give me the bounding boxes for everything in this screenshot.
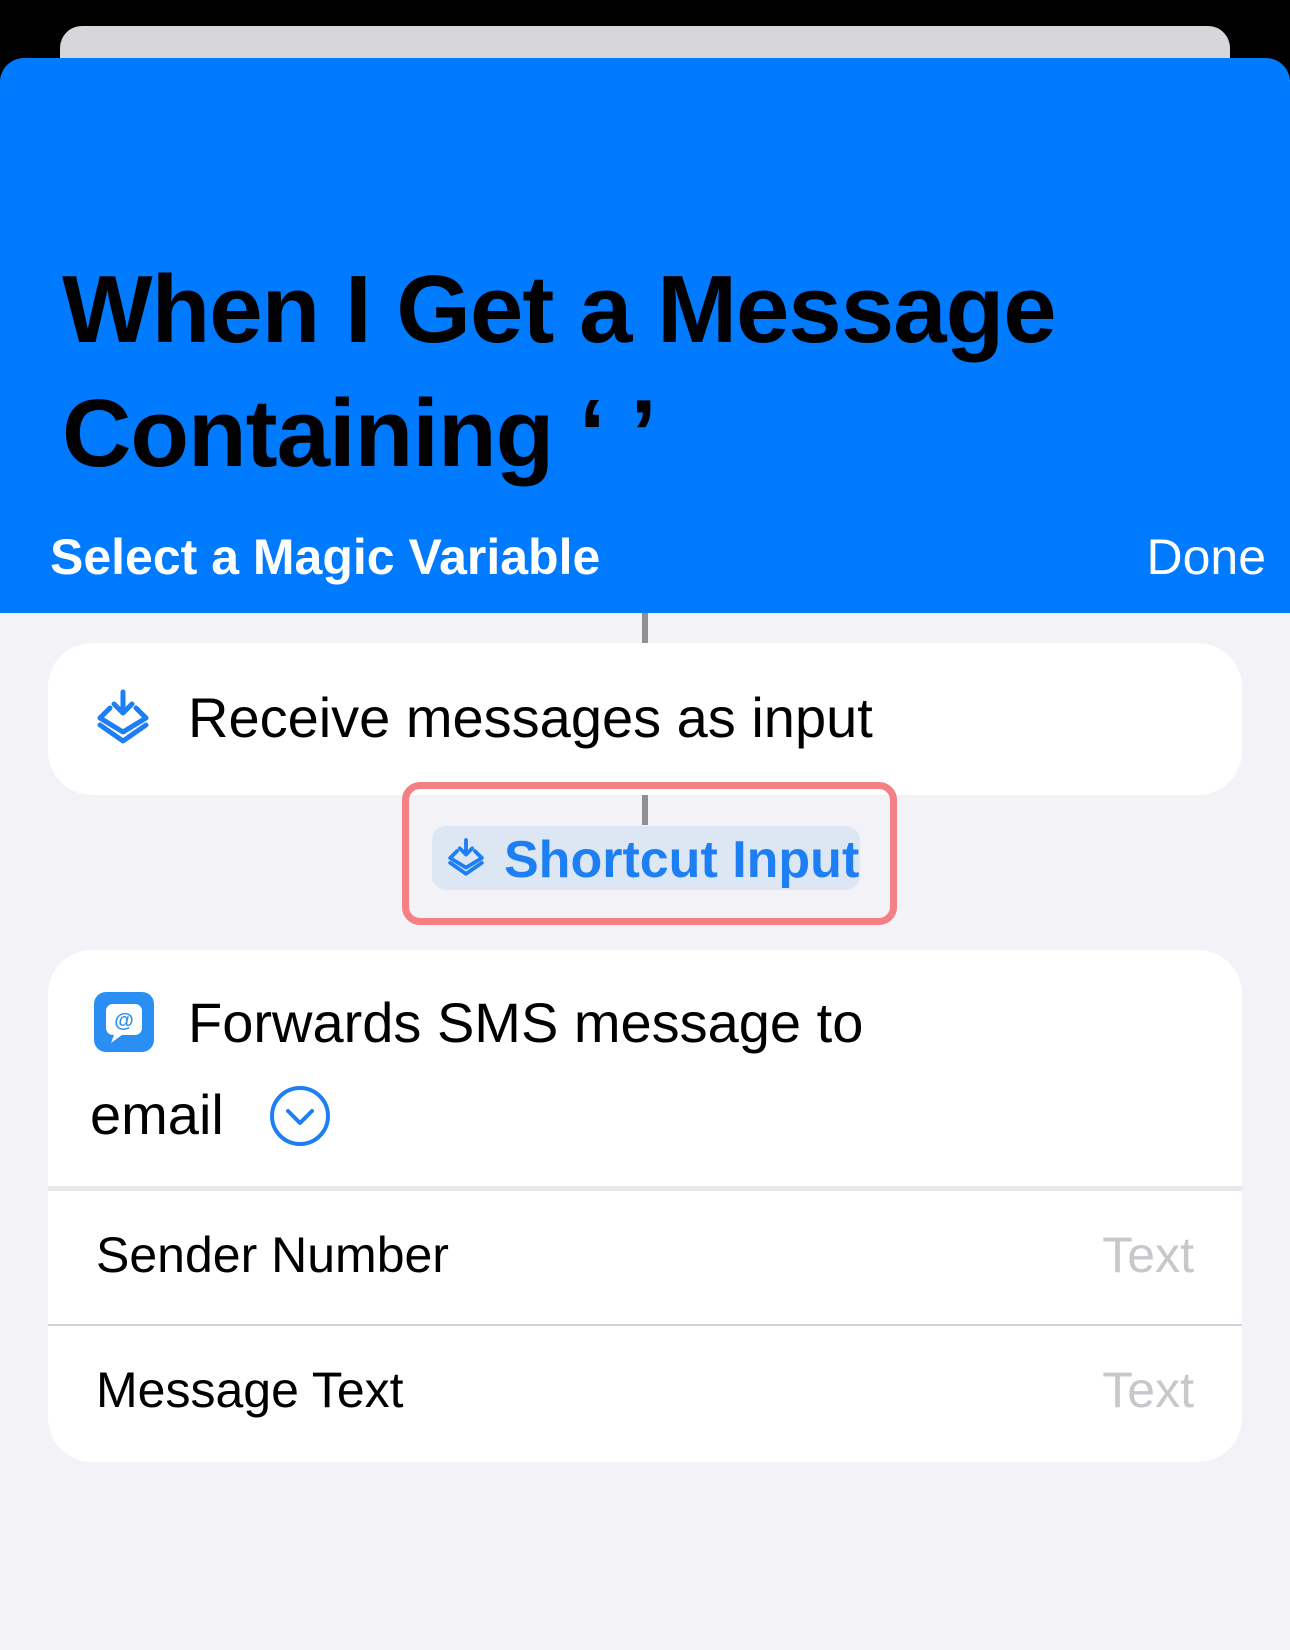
svg-text:@: @ [114, 1010, 134, 1032]
action-title-continued: email [90, 1083, 224, 1146]
row-divider [48, 1324, 1242, 1326]
param-row-message-text[interactable]: Message Text Text [48, 1327, 1242, 1457]
flow-connector [642, 613, 648, 643]
param-label: Sender Number [96, 1227, 449, 1283]
shortcut-input-icon [94, 689, 152, 747]
param-label: Message Text [96, 1362, 404, 1418]
magic-variable-header: When I Get a Message Containing ‘ ’ Sele… [0, 58, 1290, 613]
header-subtitle: Select a Magic Variable [50, 529, 601, 585]
forward-sms-action[interactable]: @ Forwards SMS message to email Sender N… [48, 950, 1242, 1462]
variable-label: Shortcut Input [504, 831, 860, 889]
done-button[interactable]: Done [1146, 528, 1266, 586]
section-divider [48, 1186, 1242, 1191]
param-value-placeholder[interactable]: Text [1102, 1226, 1194, 1284]
param-value-placeholder[interactable]: Text [1102, 1361, 1194, 1419]
action-title: Forwards SMS message to [188, 991, 864, 1054]
mail-at-icon: @ [94, 992, 154, 1052]
shortcut-input-icon [446, 838, 486, 878]
shortcut-input-variable[interactable]: Shortcut Input [432, 826, 860, 890]
receive-input-action[interactable]: Receive messages as input [48, 643, 1242, 795]
receive-action-label: Receive messages as input [188, 686, 873, 749]
param-row-sender-number[interactable]: Sender Number Text [48, 1192, 1242, 1322]
chevron-down-circle-icon[interactable] [268, 1084, 332, 1148]
page-title: When I Get a Message Containing ‘ ’ [62, 256, 1057, 487]
